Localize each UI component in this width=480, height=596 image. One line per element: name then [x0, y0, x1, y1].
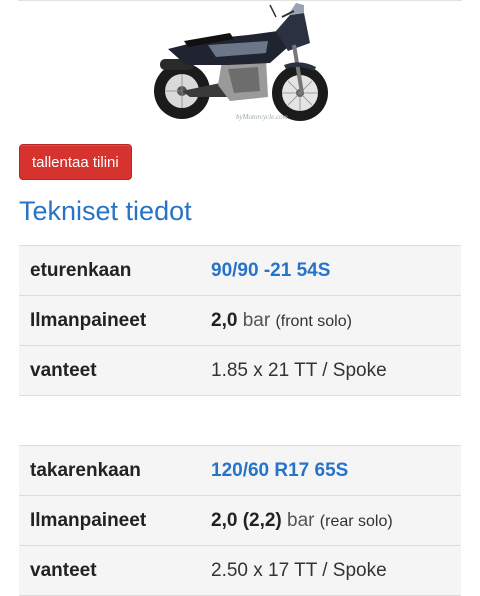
- table-row: vanteet 2.50 x 17 TT / Spoke: [19, 545, 461, 596]
- rear-tire-link[interactable]: 120/60 R17 65S: [211, 460, 348, 481]
- product-image-area: byMotorcycle.com tallentaa tilini: [0, 1, 480, 180]
- table-row: eturenkaan 90/90 -21 54S: [19, 245, 461, 296]
- table-row: vanteet 1.85 x 21 TT / Spoke: [19, 345, 461, 396]
- front-rim-value: 1.85 x 21 TT / Spoke: [211, 359, 387, 381]
- rear-pressure-label: Ilmanpaineet: [19, 495, 200, 546]
- front-tire-table: eturenkaan 90/90 -21 54S Ilmanpaineet 2,…: [19, 245, 461, 396]
- front-pressure-label: Ilmanpaineet: [19, 295, 200, 346]
- front-tire-label: eturenkaan: [19, 245, 200, 296]
- rear-pressure-note: (rear solo): [319, 512, 393, 530]
- table-row: Ilmanpaineet 2,0 bar (front solo): [19, 295, 461, 346]
- motorcycle-image: byMotorcycle.com: [138, 1, 342, 133]
- rear-rim-value: 2.50 x 17 TT / Spoke: [211, 559, 387, 581]
- rear-pressure-unit: bar: [287, 509, 315, 531]
- front-rim-label: vanteet: [19, 345, 200, 396]
- rear-rim-label: vanteet: [19, 545, 200, 596]
- rear-tire-label: takarenkaan: [19, 445, 200, 496]
- section-title: Tekniset tiedot: [19, 196, 192, 226]
- front-pressure-note: (front solo): [275, 312, 352, 330]
- table-row: Ilmanpaineet 2,0 (2,2) bar (rear solo): [19, 495, 461, 546]
- front-pressure-value: 2,0: [211, 309, 238, 331]
- save-account-button[interactable]: tallentaa tilini: [19, 144, 132, 180]
- svg-text:byMotorcycle.com: byMotorcycle.com: [236, 113, 288, 121]
- rear-pressure-value: 2,0 (2,2): [211, 509, 282, 531]
- front-pressure-unit: bar: [242, 309, 271, 331]
- front-tire-link[interactable]: 90/90 -21 54S: [211, 260, 330, 281]
- rear-tire-table: takarenkaan 120/60 R17 65S Ilmanpaineet …: [19, 445, 461, 596]
- table-row: takarenkaan 120/60 R17 65S: [19, 445, 461, 496]
